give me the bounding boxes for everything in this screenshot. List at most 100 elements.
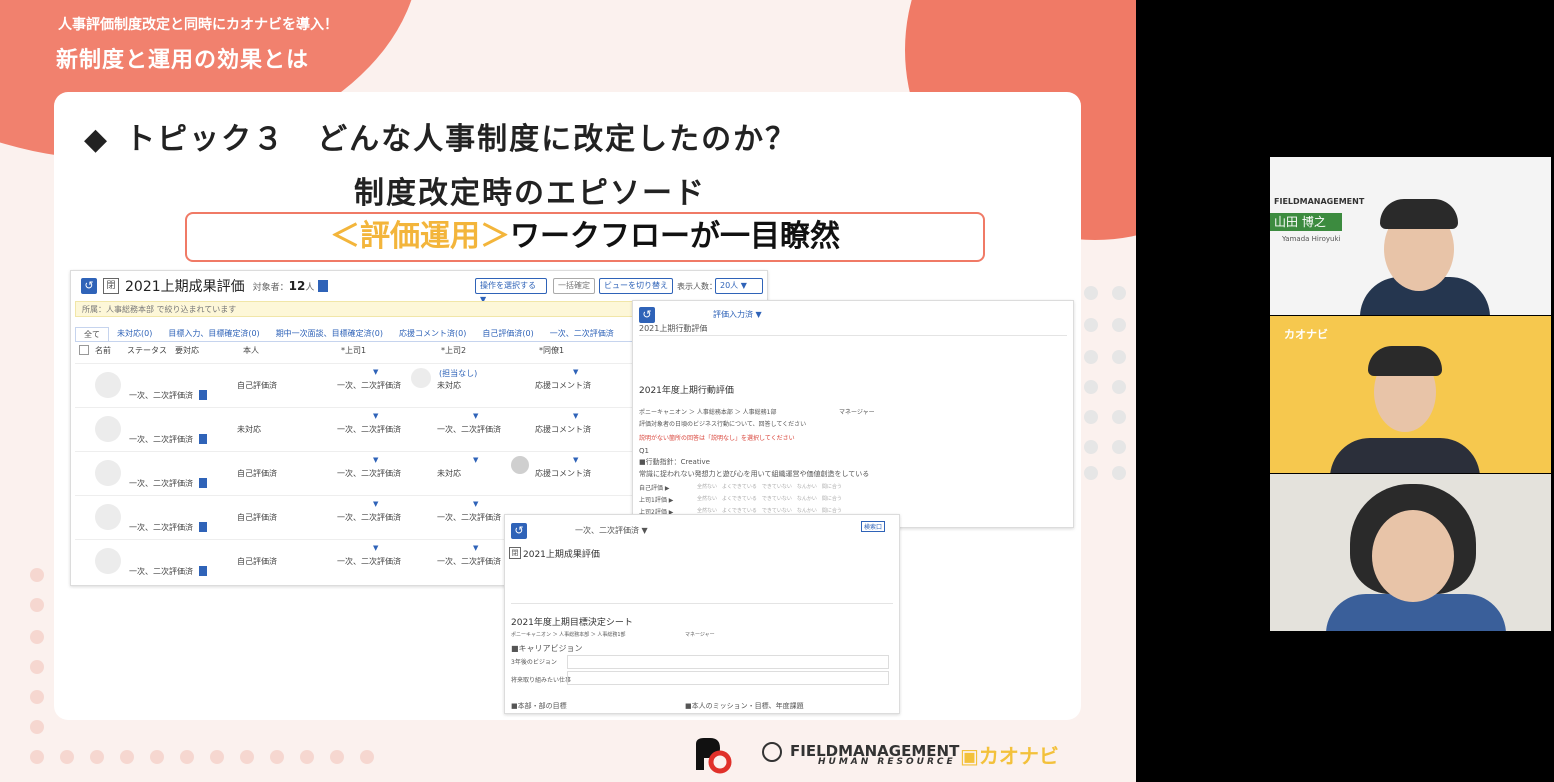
kaonavi-brand: カオナビ bbox=[1284, 328, 1328, 341]
section-title: 2021年度上期目標決定シート bbox=[511, 618, 633, 628]
col-action[interactable]: 要対応 bbox=[175, 345, 199, 356]
avatar bbox=[95, 416, 121, 442]
field-management-logo: FIELDMANAGEMENT HUMAN RESOURCE bbox=[790, 742, 960, 767]
org-path: ポニーキャニオン ＞ 人事総務本部 ＞ 人事総務1部 bbox=[639, 409, 777, 416]
select-all-checkbox[interactable] bbox=[79, 345, 89, 355]
tab-self-evaluated[interactable]: 自己評価済(0) bbox=[474, 327, 541, 341]
col-self[interactable]: 本人 bbox=[243, 345, 259, 356]
vision-3y-field[interactable] bbox=[567, 655, 889, 669]
presentation-slide: 人事評価制度改定と同時にカオナビを導入！ 新制度と運用の効果とは ◆ トピック３ … bbox=[0, 0, 1136, 782]
col-name[interactable]: 名前 bbox=[95, 345, 111, 356]
field-management-logo-icon bbox=[762, 742, 782, 762]
back-arrow-icon[interactable]: ↺ bbox=[81, 278, 97, 294]
display-count-label: 表示人数： bbox=[677, 282, 717, 291]
banner: ＜評価運用＞ワークフローが一目瞭然 bbox=[185, 212, 985, 262]
operation-select[interactable]: 操作を選択する ▼ bbox=[475, 278, 547, 304]
back-arrow-icon[interactable]: ↺ bbox=[511, 523, 527, 539]
rating-options[interactable]: 全然ない よくできている できていない なんかい 間に合う bbox=[697, 507, 842, 514]
col-peer1[interactable]: *同僚1 bbox=[539, 345, 564, 356]
document-icon[interactable] bbox=[199, 522, 207, 532]
org-path: ポニーキャニオン ＞ 人事総務本部 ＞ 人事総務1部 bbox=[511, 632, 626, 638]
avatar bbox=[411, 368, 431, 388]
speaker-nameplate: 山田 博之 bbox=[1270, 213, 1342, 231]
header-subtitle: 人事評価制度改定と同時にカオナビを導入！ bbox=[58, 17, 338, 33]
content-card: ◆ トピック３ どんな人事制度に改定したのか？ 制度改定時のエピソード ＜評価運用… bbox=[54, 92, 1081, 720]
chevron-down-icon[interactable]: ▼ bbox=[573, 456, 578, 464]
rating-options[interactable]: 全然ない よくできている できていない なんかい 間に合う bbox=[697, 495, 842, 502]
rating-options[interactable]: 全然ない よくできている できていない なんかい 間に合う bbox=[697, 483, 842, 490]
avatar bbox=[511, 456, 529, 474]
video-tile-speaker-2: カオナビ bbox=[1270, 316, 1551, 473]
col-boss2[interactable]: *上司2 bbox=[441, 345, 466, 356]
chevron-down-icon[interactable]: ▼ bbox=[473, 544, 478, 552]
header-title: 新制度と運用の効果とは bbox=[56, 48, 310, 73]
topic-subtitle: 制度改定時のエピソード bbox=[354, 176, 706, 211]
topic-title-text: トピック３ どんな人事制度に改定したのか？ bbox=[125, 122, 798, 157]
career-vision: ■キャリアビジョン bbox=[511, 644, 583, 653]
pony-canyon-logo bbox=[690, 736, 734, 774]
rater-boss1: 上司1評価 ▶ bbox=[639, 497, 674, 504]
avatar bbox=[95, 372, 121, 398]
dept-goal: ■本部・部の目標 bbox=[511, 702, 567, 710]
evaluation-status[interactable]: 一次、二次評価済 ▼ bbox=[575, 525, 648, 536]
work-want-label: 将来取り組みたい仕事 bbox=[511, 677, 572, 684]
note: 説明がない箇所の回答は「説明なし」を選択してください bbox=[639, 435, 795, 442]
behavior-evaluation-screenshot: ↺ 評価入力済 ▼ 2021上期行動評価 2021年度上期行動評価 ポニーキャニ… bbox=[632, 300, 1074, 528]
instruction: 評価対象者の日頃のビジネス行動について、回答してください bbox=[639, 421, 807, 428]
list-title: 2021上期成果評価 bbox=[125, 279, 245, 295]
chevron-down-icon[interactable]: ▼ bbox=[573, 368, 578, 376]
goal-title: 2021上期成果評価 bbox=[523, 550, 600, 560]
question-text: 常識に捉われない発想力と遊び心を用いて組織運営や価値創造をしている bbox=[639, 470, 870, 478]
section-title: 2021年度上期行動評価 bbox=[639, 386, 734, 396]
document-icon[interactable] bbox=[199, 390, 207, 400]
tab-support-comment[interactable]: 応援コメント済(0) bbox=[391, 327, 474, 341]
close-badge: 閉 bbox=[103, 278, 119, 294]
view-switch-button[interactable]: ビューを切り替え bbox=[599, 278, 673, 294]
close-badge: 閉 bbox=[509, 547, 521, 559]
tab-not-handled[interactable]: 未対応(0) bbox=[109, 327, 160, 341]
col-boss1[interactable]: *上司1 bbox=[341, 345, 366, 356]
vision-3y-label: 3年後のビジョン bbox=[511, 659, 557, 666]
bulk-confirm-button[interactable]: 一括確定 bbox=[553, 278, 595, 294]
chevron-down-icon[interactable]: ▼ bbox=[473, 412, 478, 420]
document-icon[interactable] bbox=[199, 566, 207, 576]
evaluation-status[interactable]: 評価入力済 ▼ bbox=[713, 309, 762, 320]
tab-evaluated[interactable]: 一次、二次評価済 bbox=[542, 327, 622, 341]
work-want-field[interactable] bbox=[567, 671, 889, 685]
target-count: 対象者：12人 bbox=[252, 279, 315, 293]
video-tile-speaker-1: FIELDMANAGEMENT 山田 博之 Yamada Hiroyuki bbox=[1270, 157, 1551, 315]
position: マネージャー bbox=[685, 632, 715, 638]
back-arrow-icon[interactable]: ↺ bbox=[639, 307, 655, 323]
chevron-down-icon[interactable]: ▼ bbox=[373, 500, 378, 508]
diamond-icon: ◆ bbox=[84, 122, 110, 157]
chevron-down-icon[interactable]: ▼ bbox=[373, 544, 378, 552]
clipboard-icon[interactable] bbox=[318, 280, 329, 292]
avatar bbox=[95, 504, 121, 530]
avatar bbox=[95, 460, 121, 486]
question-label: Q1 bbox=[639, 447, 649, 455]
chevron-down-icon[interactable]: ▼ bbox=[573, 412, 578, 420]
display-count-select[interactable]: 20人 ▼ bbox=[715, 278, 763, 294]
document-icon[interactable] bbox=[199, 434, 207, 444]
kaonavi-logo: ▣カオナビ bbox=[960, 744, 1059, 768]
chevron-down-icon[interactable]: ▼ bbox=[473, 500, 478, 508]
search-button[interactable]: 検索口 bbox=[861, 521, 886, 532]
banner-highlight: ＜評価運用＞ bbox=[330, 219, 510, 254]
company-logo: FIELDMANAGEMENT bbox=[1274, 197, 1365, 206]
avatar bbox=[95, 548, 121, 574]
question-item: ■行動指針：Creative bbox=[639, 458, 710, 466]
tab-all[interactable]: 全て bbox=[75, 327, 109, 341]
chevron-down-icon[interactable]: ▼ bbox=[473, 456, 478, 464]
col-status[interactable]: ステータス bbox=[127, 345, 167, 356]
topic-title: ◆ トピック３ どんな人事制度に改定したのか？ bbox=[84, 114, 797, 158]
sheet-label: 2021上期行動評価 bbox=[639, 324, 708, 333]
tab-mid-interview[interactable]: 期中一次面談、目標確定済(0) bbox=[268, 327, 391, 341]
video-tile-speaker-3 bbox=[1270, 474, 1551, 631]
document-icon[interactable] bbox=[199, 478, 207, 488]
chevron-down-icon[interactable]: ▼ bbox=[373, 456, 378, 464]
chevron-down-icon[interactable]: ▼ bbox=[373, 368, 378, 376]
chevron-down-icon[interactable]: ▼ bbox=[373, 412, 378, 420]
tab-goal-input[interactable]: 目標入力、目標確定済(0) bbox=[160, 327, 267, 341]
own-mission: ■本人のミッション・目標、年度課題 bbox=[685, 702, 804, 710]
speaker-romaji: Yamada Hiroyuki bbox=[1282, 235, 1341, 243]
